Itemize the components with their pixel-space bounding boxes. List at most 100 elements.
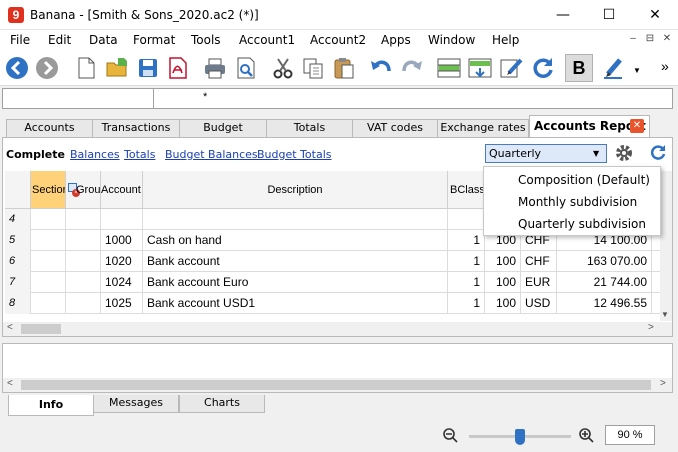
scroll-down-icon[interactable]: ▼ [661,310,669,319]
zoom-out-icon[interactable] [442,427,458,443]
option-composition[interactable]: Composition (Default) [518,173,650,187]
cell-account[interactable]: 1000 [101,230,143,251]
header-group[interactable]: × Grou [66,171,101,209]
redo-icon[interactable] [398,54,426,82]
bold-button[interactable]: B [565,54,593,82]
menu-file[interactable]: File [10,33,30,47]
header-bclass[interactable]: BClass [448,171,485,209]
chevron-down-icon[interactable]: ▼ [633,66,641,75]
forward-icon[interactable] [33,54,61,82]
menu-apps[interactable]: Apps [381,33,411,47]
cell-currency[interactable]: EUR [521,272,557,293]
header-account[interactable]: Account [101,171,143,209]
cell-description[interactable]: Bank account USD1 [143,293,448,314]
cell-amount[interactable]: 163 070.00 [557,251,652,272]
scroll-left-icon[interactable]: < [7,378,13,389]
cell-bclass[interactable]: 1 [448,230,485,251]
cell-amount[interactable]: 21 744.00 [557,272,652,293]
table-vertical-scrollbar[interactable]: ▼ [660,171,672,321]
scroll-right-icon[interactable]: > [660,378,666,389]
view-budget-balances[interactable]: Budget Balances [165,148,258,161]
maximize-button[interactable]: ☐ [586,0,632,30]
cell-account[interactable]: 1024 [101,272,143,293]
mdi-restore-button[interactable]: ⊟ [643,33,657,47]
gear-icon[interactable] [614,143,634,163]
recalculate-icon[interactable] [529,54,557,82]
toolbar-overflow-button[interactable]: » [661,58,669,74]
cell-bclass[interactable]: 1 [448,251,485,272]
table-horizontal-scrollbar[interactable]: < > [3,322,672,336]
zoom-level-field[interactable]: 90 % [605,425,655,445]
cell-gr[interactable]: 100 [485,293,521,314]
cell-currency[interactable]: USD [521,293,557,314]
header-description[interactable]: Description [143,171,448,209]
cut-icon[interactable] [269,54,297,82]
view-complete[interactable]: Complete [6,148,65,161]
menu-edit[interactable]: Edit [48,33,71,47]
subdivision-select[interactable]: Quarterly subdivision ▼ [485,144,607,177]
zoom-in-icon[interactable] [578,427,594,443]
cell-section[interactable] [31,272,66,293]
cell-amount[interactable]: 12 496.55 [557,293,652,314]
menu-data[interactable]: Data [89,33,118,47]
option-quarterly[interactable]: Quarterly subdivision [518,217,646,231]
zoom-slider-thumb[interactable] [515,429,525,445]
highlight-pen-icon[interactable] [600,54,628,82]
cell-currency[interactable]: CHF [521,251,557,272]
copy-icon[interactable] [299,54,327,82]
print-icon[interactable] [201,54,229,82]
scroll-right-icon[interactable]: > [648,322,654,333]
cell-group[interactable] [66,230,101,251]
new-file-icon[interactable] [72,54,100,82]
pdf-icon[interactable] [164,54,192,82]
tab-messages[interactable]: Messages [93,395,179,413]
save-icon[interactable] [134,54,162,82]
cell-bclass[interactable] [448,209,485,230]
cell-description[interactable] [143,209,448,230]
tab-charts[interactable]: Charts [179,395,265,413]
menu-window[interactable]: Window [428,33,475,47]
edit-pen-icon[interactable] [498,54,526,82]
tab-budget[interactable]: Budget [179,119,267,137]
cell-gr[interactable]: 100 [485,272,521,293]
minimize-button[interactable]: — [540,0,586,30]
cell-group[interactable] [66,293,101,314]
tab-accounts[interactable]: Accounts [6,119,93,137]
tab-totals[interactable]: Totals [266,119,353,137]
cell-account[interactable]: 1020 [101,251,143,272]
formula-bar[interactable]: * [2,88,673,109]
info-horizontal-scrollbar[interactable]: < > [3,378,672,392]
cell-description[interactable]: Bank account Euro [143,272,448,293]
menu-account1[interactable]: Account1 [239,33,295,47]
move-rows-icon[interactable] [466,54,494,82]
cell-group[interactable] [66,251,101,272]
table-row[interactable]: 8 1025 Bank account USD1 1 100 USD 12 49… [5,293,672,314]
undo-icon[interactable] [367,54,395,82]
cell-description[interactable]: Bank account [143,251,448,272]
mdi-close-button[interactable]: ✕ [660,33,674,47]
option-monthly[interactable]: Monthly subdivision [518,195,637,209]
cell-group[interactable] [66,209,101,230]
menu-format[interactable]: Format [133,33,175,47]
menu-tools[interactable]: Tools [191,33,221,47]
cell-gr[interactable]: 100 [485,251,521,272]
tab-info[interactable]: Info [8,395,94,416]
tab-exchange-rates[interactable]: Exchange rates [437,119,529,137]
view-budget-totals[interactable]: Budget Totals [257,148,331,161]
view-totals[interactable]: Totals [124,148,155,161]
scroll-left-icon[interactable]: < [7,322,13,333]
print-preview-icon[interactable] [232,54,260,82]
menu-help[interactable]: Help [492,33,519,47]
table-row[interactable]: 7 1024 Bank account Euro 1 100 EUR 21 74… [5,272,672,293]
refresh-icon[interactable] [648,143,668,163]
cell-section[interactable] [31,251,66,272]
cell-section[interactable] [31,230,66,251]
tab-vat-codes[interactable]: VAT codes [352,119,438,137]
scroll-thumb[interactable] [21,380,651,390]
scroll-thumb[interactable] [21,324,61,334]
cell-group[interactable] [66,272,101,293]
close-button[interactable]: ✕ [632,0,678,30]
cell-section[interactable] [31,293,66,314]
back-icon[interactable] [3,54,31,82]
tab-transactions[interactable]: Transactions [92,119,180,137]
